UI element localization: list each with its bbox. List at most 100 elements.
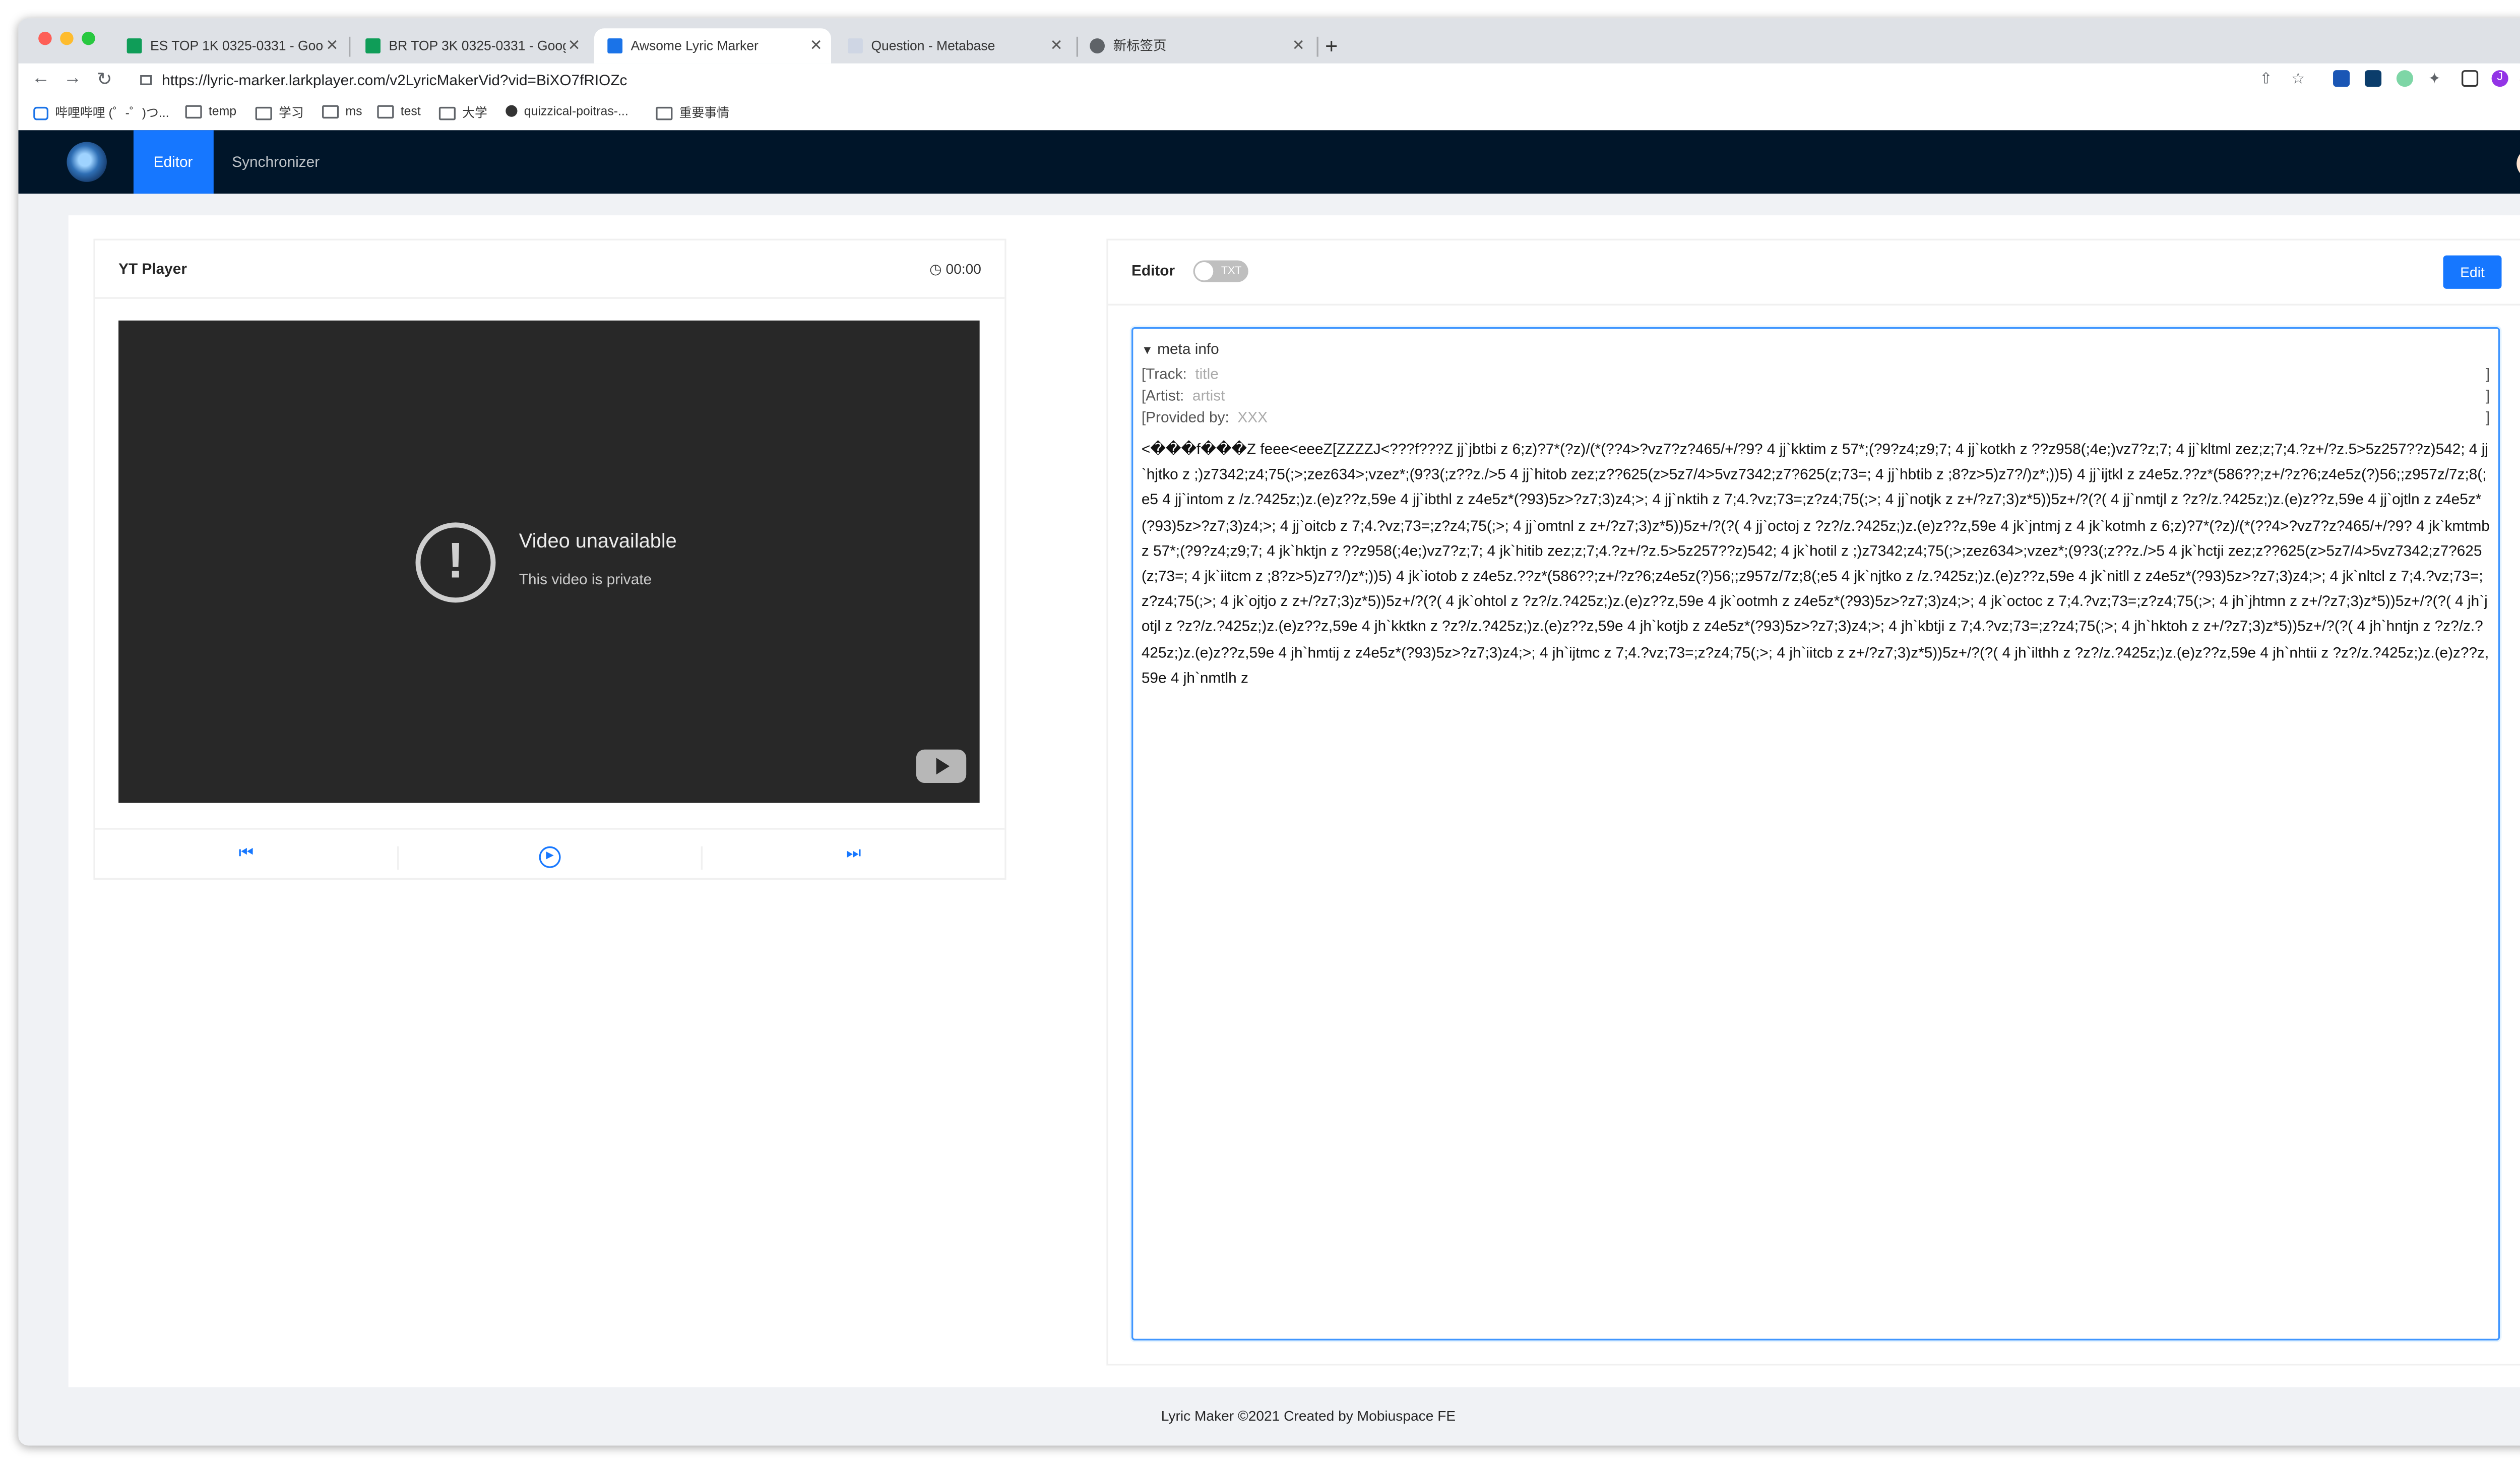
bookmark-label: 大学 (462, 105, 487, 120)
globe-icon (1090, 38, 1105, 53)
bookmark-temp[interactable]: temp (185, 103, 237, 119)
folder-icon (255, 106, 272, 119)
meta-track-input[interactable]: title (1195, 365, 1218, 382)
close-tab-icon[interactable]: ✕ (808, 37, 825, 55)
maximize-window-button[interactable] (82, 31, 95, 45)
plus-icon: + (1325, 33, 1338, 58)
extension-icon[interactable] (2364, 70, 2382, 87)
meta-provider-input[interactable]: XXX (1237, 409, 1268, 425)
meta-info-toggle[interactable]: ▼ meta info (1142, 340, 1219, 357)
editor-card: Editor TXT Edit ▼ meta info [Track: title… (1106, 238, 2520, 1366)
edit-button[interactable]: Edit (2443, 255, 2502, 289)
nav-synchronizer[interactable]: Synchronizer (212, 130, 340, 194)
bookmark-ms[interactable]: ms (322, 103, 362, 118)
tab-new-tab-page[interactable]: 新标签页 ✕ (1077, 28, 1313, 64)
tab-title: ES TOP 1K 0325-0331 - Googl (150, 38, 324, 53)
close-tab-icon[interactable]: ✕ (565, 37, 582, 55)
main-content: YT Player ◷ 00:00 ! Video unavailable Th… (68, 215, 2520, 1387)
reload-icon[interactable]: ↻ (97, 69, 112, 90)
back-icon[interactable]: ← (32, 69, 50, 89)
lyrics-content[interactable]: <���f���Z feee<eeeZ[ZZZZJ<???f???Z jj`jb… (1142, 438, 2490, 691)
video-private-text: This video is private (519, 571, 652, 588)
bookmark-bilibili[interactable]: 哔哩哔哩 (゜-゜)つ... (33, 103, 169, 121)
player-controls: ⏮ ▶ ⏭ (95, 828, 1005, 880)
toggle-knob (1194, 262, 1214, 281)
app-icon (607, 38, 623, 53)
share-icon[interactable]: ⇧ (2259, 70, 2272, 88)
meta-end: ] (2485, 409, 2490, 426)
bookmark-university[interactable]: 大学 (438, 103, 487, 121)
extension-icon[interactable] (2333, 70, 2350, 87)
tab-title: Awsome Lyric Marker (631, 38, 759, 53)
bookmark-label: 哔哩哔哩 (゜-゜)つ... (55, 105, 169, 120)
new-tab-button[interactable]: + (1325, 28, 1352, 64)
bookmark-quizzical[interactable]: quizzical-poitras-... (506, 103, 628, 118)
time-value: 00:00 (946, 260, 981, 277)
folder-icon (185, 104, 202, 118)
meta-end: ] (2485, 365, 2490, 383)
player-card-header: YT Player ◷ 00:00 (95, 240, 1005, 299)
player-card: YT Player ◷ 00:00 ! Video unavailable Th… (93, 238, 1006, 880)
google-sheets-icon (127, 38, 142, 53)
bookmark-star-icon[interactable]: ☆ (2291, 70, 2305, 88)
side-panel-icon[interactable] (2462, 70, 2479, 87)
user-avatar[interactable]: r (2516, 148, 2520, 179)
bookmark-label: test (400, 103, 421, 119)
google-sheets-icon (365, 38, 381, 53)
bilibili-icon (33, 106, 49, 119)
bookmark-important[interactable]: 重要事情 (656, 103, 729, 121)
previous-icon[interactable]: ⏮ (95, 830, 397, 880)
caret-down-icon: ▼ (1141, 345, 1153, 357)
close-tab-icon[interactable]: ✕ (1048, 37, 1064, 55)
bookmark-label: temp (208, 103, 237, 119)
play-icon[interactable]: ▶ (399, 830, 701, 880)
tab-br-top[interactable]: BR TOP 3K 0325-0331 - Goog ✕ (352, 28, 589, 64)
tab-strip: ES TOP 1K 0325-0331 - Googl ✕ BR TOP 3K … (18, 18, 2520, 64)
folder-icon (438, 106, 456, 119)
meta-track-row[interactable]: [Track: title] (1142, 365, 2490, 387)
address-bar[interactable]: https://lyric-marker.larkplayer.com/v2Ly… (140, 67, 2278, 93)
bookmark-label: 学习 (278, 105, 304, 120)
minimize-window-button[interactable] (60, 31, 74, 45)
bookmark-test[interactable]: test (377, 103, 421, 119)
meta-provider-row[interactable]: [Provided by: XXX] (1142, 409, 2490, 431)
youtube-logo-icon[interactable] (916, 749, 967, 783)
app-logo (67, 142, 107, 182)
browser-window: ES TOP 1K 0325-0331 - Googl ✕ BR TOP 3K … (18, 18, 2520, 1446)
editor-card-header: Editor TXT Edit (1108, 240, 2520, 306)
tab-es-top[interactable]: ES TOP 1K 0325-0331 - Googl ✕ (113, 28, 347, 64)
next-icon[interactable]: ⏭ (703, 830, 1004, 880)
txt-toggle-switch[interactable]: TXT (1193, 260, 1248, 282)
puzzle-icon[interactable]: ✦ (2428, 70, 2441, 88)
lyrics-textarea[interactable]: ▼ meta info [Track: title] [Artist: artist… (1131, 327, 2500, 1340)
nav-editor[interactable]: Editor (133, 130, 213, 194)
address-text: https://lyric-marker.larkplayer.com/v2Ly… (162, 72, 627, 89)
close-tab-icon[interactable]: ✕ (324, 37, 340, 55)
bookmark-study[interactable]: 学习 (255, 103, 304, 121)
video-player[interactable]: ! Video unavailable This video is privat… (118, 320, 980, 803)
meta-artist-row[interactable]: [Artist: artist] (1142, 387, 2490, 409)
meta-key: [Track: (1141, 365, 1187, 383)
video-unavailable-text: Video unavailable (519, 529, 677, 553)
editor-title: Editor (1131, 262, 1175, 279)
tab-metabase[interactable]: Question - Metabase ✕ (835, 28, 1072, 64)
close-window-button[interactable] (38, 31, 52, 45)
tab-title: BR TOP 3K 0325-0331 - Goog (389, 38, 566, 53)
tab-lyric-marker[interactable]: Awsome Lyric Marker ✕ (594, 28, 831, 64)
forward-icon[interactable]: → (64, 69, 82, 89)
netlify-icon (506, 105, 518, 117)
bookmark-label: 重要事情 (679, 105, 729, 120)
bookmark-label: quizzical-poitras-... (524, 103, 628, 119)
meta-key: [Provided by: (1141, 409, 1229, 426)
app-header: Editor Synchronizer r (18, 130, 2520, 194)
lock-icon (140, 75, 152, 85)
profile-avatar[interactable]: J (2491, 70, 2508, 87)
close-tab-icon[interactable]: ✕ (1290, 37, 1307, 55)
extension-icon[interactable] (2396, 70, 2413, 87)
folder-icon (656, 106, 673, 119)
bookmark-label: ms (345, 103, 362, 119)
meta-artist-input[interactable]: artist (1192, 387, 1225, 404)
browser-toolbar: ← → ↻ https://lyric-marker.larkplayer.co… (18, 63, 2520, 97)
meta-end: ] (2485, 387, 2490, 404)
bookmarks-bar: 哔哩哔哩 (゜-゜)つ... temp 学习 ms test 大学 quizzi… (18, 97, 2520, 132)
